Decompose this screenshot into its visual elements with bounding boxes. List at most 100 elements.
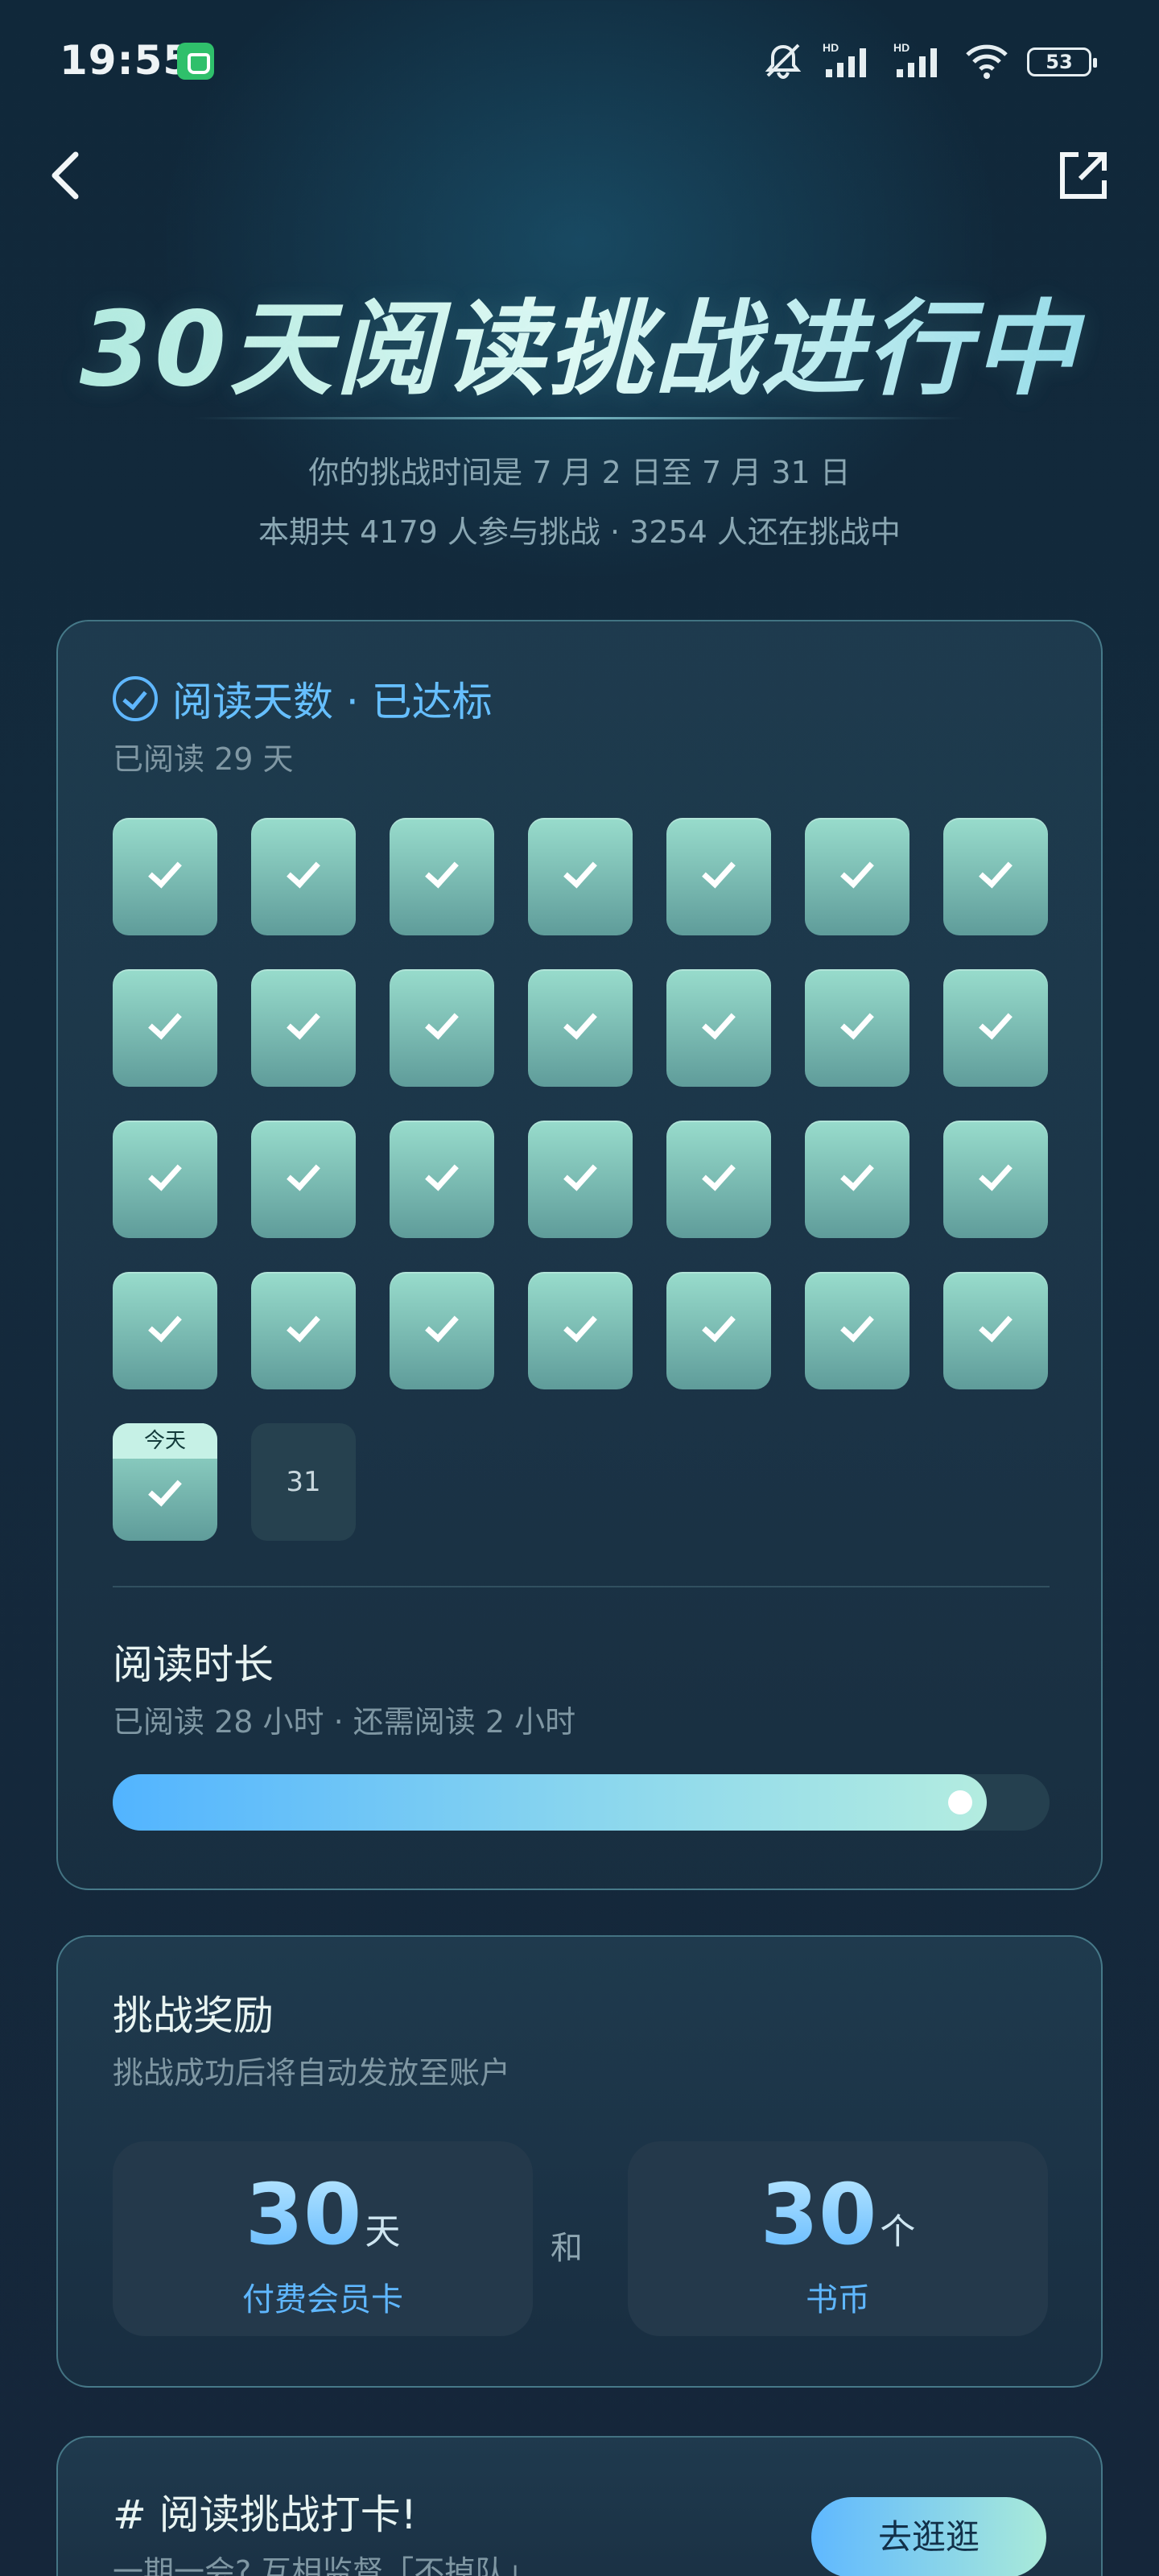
check-icon <box>563 1005 597 1040</box>
day-cell-completed <box>805 1272 909 1389</box>
day-cell-completed <box>805 1121 909 1238</box>
check-icon <box>148 1307 182 1343</box>
reward-coins: 30个 书币 <box>628 2141 1048 2336</box>
check-icon <box>425 1307 459 1343</box>
check-icon <box>702 1005 736 1040</box>
day-cell-completed <box>113 818 217 935</box>
reward-value: 30 <box>245 2165 362 2264</box>
day-cell-completed <box>666 1272 771 1389</box>
reading-time-header: 阅读时长 <box>113 1633 274 1690</box>
day-cell-completed <box>943 1121 1048 1238</box>
checkin-subtitle: 一期一会? 互相监督「不掉队」 <box>113 2554 537 2576</box>
day-cell-completed <box>528 1272 633 1389</box>
day-cell-completed <box>943 818 1048 935</box>
today-label: 今天 <box>113 1423 217 1459</box>
mute-icon <box>761 40 805 84</box>
checkin-header: # 阅读挑战打卡! <box>113 2483 417 2541</box>
check-icon <box>702 1156 736 1191</box>
section-divider <box>113 1586 1050 1587</box>
reading-days-title: 阅读天数 · 已达标 <box>172 679 493 725</box>
day-cell-completed <box>390 969 494 1087</box>
check-icon <box>148 1156 182 1191</box>
day-cell-completed <box>943 969 1048 1087</box>
chevron-left-icon <box>52 151 79 200</box>
reading-time-subtitle: 已阅读 28 小时 · 还需阅读 2 小时 <box>113 1704 576 1740</box>
day-cell-completed <box>390 1121 494 1238</box>
day-cell-completed <box>528 818 633 935</box>
reading-time-progress-bar <box>113 1774 1050 1831</box>
signal-icon-1: HD <box>823 40 876 84</box>
check-icon <box>425 853 459 889</box>
check-circle-icon <box>113 676 158 721</box>
check-icon <box>979 1156 1013 1191</box>
check-icon <box>425 1156 459 1191</box>
reading-days-subtitle: 已阅读 29 天 <box>113 741 294 777</box>
reading-progress-card: 阅读天数 · 已达标 已阅读 29 天 今天 31 阅读时长 已阅读 28 小时 … <box>56 620 1103 1890</box>
day-cell-completed <box>943 1272 1048 1389</box>
day-cell-completed <box>113 1272 217 1389</box>
progress-fill <box>113 1774 987 1831</box>
day-cell-completed <box>666 969 771 1087</box>
challenge-period: 你的挑战时间是 7 月 2 日至 7 月 31 日 <box>308 455 851 490</box>
rewards-subtitle: 挑战成功后将自动发放至账户 <box>113 2055 511 2091</box>
svg-text:HD: HD <box>823 41 839 54</box>
day-cell-completed <box>251 1121 356 1238</box>
check-icon <box>563 1307 597 1343</box>
rewards-header: 挑战奖励 <box>113 1984 274 2041</box>
check-icon <box>979 1307 1013 1343</box>
reading-time-title: 阅读时长 <box>113 1641 274 1688</box>
check-icon <box>287 1307 320 1343</box>
page-title: 30天阅读挑战进行中 <box>0 266 1159 415</box>
day-cell-completed <box>805 818 909 935</box>
checkin-title: # 阅读挑战打卡! <box>113 2491 417 2538</box>
reward-unit: 天 <box>365 2211 401 2252</box>
day-calendar-grid: 今天 31 <box>113 818 1050 1542</box>
check-icon <box>563 1156 597 1191</box>
day-cell-pending: 31 <box>251 1423 356 1541</box>
app-notification-icon <box>177 43 214 80</box>
day-cell-completed <box>805 969 909 1087</box>
check-icon <box>148 853 182 889</box>
check-icon <box>840 1156 874 1191</box>
participant-stats: 本期共 4179 人参与挑战 · 3254 人还在挑战中 <box>258 514 901 550</box>
status-bar: 19:55 HD HD 53 <box>0 0 1159 121</box>
day-cell-completed <box>251 1272 356 1389</box>
day-cell-completed <box>113 1121 217 1238</box>
share-external-icon <box>1060 152 1107 199</box>
go-browse-button[interactable]: 去逛逛 <box>811 2497 1046 2576</box>
wifi-icon <box>964 40 1009 84</box>
day-number: 31 <box>286 1466 321 1498</box>
check-icon <box>287 853 320 889</box>
progress-knob <box>948 1790 972 1814</box>
reward-unit: 个 <box>880 2211 916 2252</box>
check-icon <box>148 1005 182 1040</box>
check-icon <box>287 1005 320 1040</box>
check-icon <box>840 1307 874 1343</box>
check-icon <box>840 853 874 889</box>
title-underline <box>193 417 966 419</box>
reading-days-header: 阅读天数 · 已达标 <box>113 670 493 728</box>
day-cell-completed <box>251 969 356 1087</box>
day-cell-completed <box>666 818 771 935</box>
reward-value: 30 <box>760 2165 877 2264</box>
share-button[interactable] <box>1051 143 1116 208</box>
checkin-card[interactable]: # 阅读挑战打卡! 一期一会? 互相监督「不掉队」 去逛逛 <box>56 2436 1103 2576</box>
svg-text:HD: HD <box>893 41 909 54</box>
status-time: 19:55 <box>60 37 192 84</box>
day-cell-completed <box>251 818 356 935</box>
check-icon <box>702 1307 736 1343</box>
status-icons: HD HD 53 <box>761 40 1097 84</box>
back-button[interactable] <box>39 143 103 208</box>
battery-icon: 53 <box>1027 47 1097 76</box>
day-cell-completed <box>666 1121 771 1238</box>
reward-membership: 30天 付费会员卡 <box>113 2141 533 2336</box>
check-icon <box>979 1005 1013 1040</box>
reward-label: 付费会员卡 <box>242 2281 403 2318</box>
check-icon <box>702 853 736 889</box>
check-icon <box>425 1005 459 1040</box>
rewards-card: 挑战奖励 挑战成功后将自动发放至账户 30天 付费会员卡 和 30个 书币 <box>56 1935 1103 2388</box>
day-cell-completed <box>528 1121 633 1238</box>
day-cell-today: 今天 <box>113 1423 217 1541</box>
check-icon <box>979 853 1013 889</box>
rewards-title: 挑战奖励 <box>113 1992 274 2039</box>
